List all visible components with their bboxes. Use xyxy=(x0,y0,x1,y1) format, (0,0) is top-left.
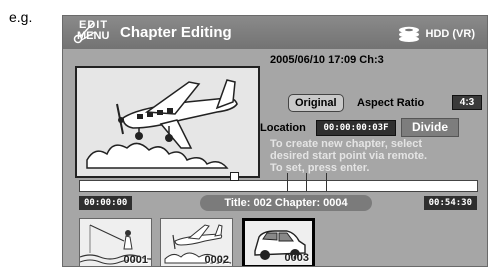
instruction-line: desired start point via remote. xyxy=(270,150,428,162)
original-button[interactable]: Original xyxy=(288,94,344,112)
video-preview xyxy=(75,66,260,178)
chapter-number: 0002 xyxy=(204,254,229,266)
example-caption: e.g. xyxy=(9,9,33,25)
instructions-text: To create new chapter, select desired st… xyxy=(270,138,485,174)
drive-label: HDD (VR) xyxy=(425,28,476,40)
chapter-thumbnail-selected[interactable]: 0003 xyxy=(242,218,315,266)
position-handle[interactable] xyxy=(230,172,239,181)
instruction-line: To create new chapter, select xyxy=(270,138,423,150)
location-label: Location xyxy=(260,122,306,134)
chapter-thumbnail[interactable]: 0001 xyxy=(79,218,152,266)
title-chapter-indicator: Title: 002 Chapter: 0004 xyxy=(200,195,372,211)
instruction-line: To set, press enter. xyxy=(270,162,370,174)
aspect-ratio-value: 4:3 xyxy=(452,95,482,110)
aspect-ratio-label: Aspect Ratio xyxy=(357,97,425,109)
recording-datetime: 2005/06/10 17:09 Ch:3 xyxy=(270,54,384,66)
chapter-number: 0003 xyxy=(284,252,309,264)
chapter-number: 0001 xyxy=(123,254,148,266)
airplane-preview-image xyxy=(86,79,238,169)
drive-indicator: HDD (VR) xyxy=(398,26,476,42)
chapter-timeline[interactable] xyxy=(79,172,478,192)
chapter-marker xyxy=(306,173,307,191)
chapter-marker xyxy=(326,173,327,191)
chapter-thumbnail[interactable]: 0002 xyxy=(160,218,233,266)
location-value: 00:00:00:03F xyxy=(316,120,396,136)
scissors-icon xyxy=(73,22,96,44)
hdd-icon xyxy=(398,26,419,42)
timeline-end-time: 00:54:30 xyxy=(423,196,477,210)
divide-button[interactable]: Divide xyxy=(401,118,459,137)
page-title: Chapter Editing xyxy=(120,24,232,41)
title-bar: EDIT MENU Chapter Editing HDD (VR) xyxy=(63,16,487,49)
chapter-marker xyxy=(287,173,288,191)
timeline-start-time: 00:00:00 xyxy=(79,196,133,210)
edit-menu-logo: EDIT MENU xyxy=(73,20,109,46)
tv-screen: EDIT MENU Chapter Editing HDD (VR) 2005/… xyxy=(62,15,488,267)
